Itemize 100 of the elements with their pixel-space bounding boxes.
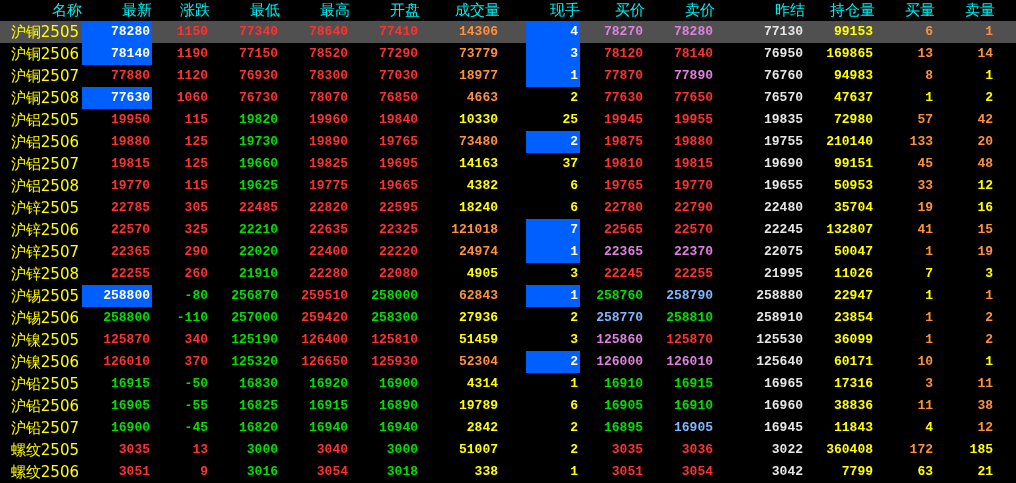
- table-cell-text: 18240: [458, 199, 499, 217]
- table-cell-text: 77650: [673, 89, 714, 107]
- column-header[interactable]: 持仓量: [805, 0, 875, 21]
- table-cell-text: 78140: [673, 45, 714, 63]
- contract-name[interactable]: 沪锌2506: [0, 219, 82, 241]
- column-header[interactable]: 名称: [0, 0, 82, 21]
- table-cell-text: -45: [183, 419, 209, 437]
- column-header[interactable]: 卖量: [935, 0, 995, 21]
- table-cell-text: 126650: [300, 353, 349, 371]
- table-cell-text: 2: [569, 309, 579, 327]
- column-header[interactable]: 买量: [875, 0, 935, 21]
- table-cell-text: 3042: [770, 463, 804, 481]
- table-cell-text: 16830: [238, 375, 279, 393]
- column-header[interactable]: 最低: [210, 0, 280, 21]
- contract-name[interactable]: 沪铅2507: [0, 417, 82, 439]
- table-cell-text: 3000: [385, 441, 419, 459]
- table-cell-text: 22570: [110, 221, 151, 239]
- contract-name[interactable]: 沪镍2505: [0, 329, 82, 351]
- table-cell-text: 37: [561, 155, 579, 173]
- contract-name[interactable]: 沪铜2506: [0, 43, 82, 65]
- contract-name[interactable]: 沪镍2506: [0, 351, 82, 373]
- contract-name[interactable]: 沪铝2507: [0, 153, 82, 175]
- table-cell-text: 19890: [308, 133, 349, 151]
- table-cell-text: 19835: [763, 111, 804, 129]
- table-cell-text: 3036: [680, 441, 714, 459]
- table-cell-text: 256870: [230, 287, 279, 305]
- table-cell-text: 258810: [665, 309, 714, 327]
- table-cell-text: 19880: [673, 133, 714, 151]
- table-cell-text: 19730: [238, 133, 279, 151]
- table-cell-text: 19665: [378, 177, 419, 195]
- table-cell-text: 50047: [833, 243, 874, 261]
- table-cell-text: 47637: [833, 89, 874, 107]
- table-cell-text: 19880: [110, 133, 151, 151]
- table-cell-text: 27936: [458, 309, 499, 327]
- contract-name[interactable]: 沪锡2505: [0, 285, 82, 307]
- table-cell-text: 370: [183, 353, 209, 371]
- column-header[interactable]: 昨结: [715, 0, 805, 21]
- table-cell-text: 76930: [238, 67, 279, 85]
- column-header[interactable]: 涨跌: [152, 0, 210, 21]
- table-cell-text: 22947: [833, 287, 874, 305]
- column-header[interactable]: 最高: [280, 0, 350, 21]
- table-cell-text: 77150: [238, 45, 279, 63]
- table-cell-text: 22280: [308, 265, 349, 283]
- contract-name[interactable]: 沪铝2506: [0, 131, 82, 153]
- table-cell-text: 258910: [755, 309, 804, 327]
- table-cell-text: 22245: [763, 221, 804, 239]
- table-cell-text: 22365: [603, 243, 644, 261]
- table-cell-text: 62843: [458, 287, 499, 305]
- table-cell-text: 14: [976, 45, 994, 63]
- contract-name[interactable]: 螺纹2506: [0, 461, 82, 483]
- contract-name[interactable]: 沪铜2505: [0, 21, 82, 43]
- table-cell-text: 125320: [230, 353, 279, 371]
- table-cell-text: 2: [984, 331, 994, 349]
- contract-name[interactable]: 沪铝2505: [0, 109, 82, 131]
- table-cell-text: 3018: [385, 463, 419, 481]
- table-cell-text: 21: [976, 463, 994, 481]
- contract-name[interactable]: 沪锌2508: [0, 263, 82, 285]
- contract-name[interactable]: 螺纹2505: [0, 439, 82, 461]
- table-cell-text: 258770: [595, 309, 644, 327]
- contract-name[interactable]: 沪铅2505: [0, 373, 82, 395]
- table-cell-text: 78270: [603, 23, 644, 41]
- table-cell-text: 325: [183, 221, 209, 239]
- table-cell: 2: [526, 131, 580, 153]
- table-cell-text: 73480: [458, 133, 499, 151]
- table-cell-text: 19655: [763, 177, 804, 195]
- table-cell-text: 3000: [245, 441, 279, 459]
- table-cell-text: 48: [976, 155, 994, 173]
- contract-name[interactable]: 沪锌2505: [0, 197, 82, 219]
- column-header[interactable]: 开盘: [350, 0, 420, 21]
- column-header[interactable]: 成交量: [420, 0, 500, 21]
- table-cell-text: 50953: [833, 177, 874, 195]
- table-cell-text: 38: [976, 397, 994, 415]
- contract-name[interactable]: 沪铅2506: [0, 395, 82, 417]
- table-cell-text: 16940: [378, 419, 419, 437]
- table-cell-text: 1: [569, 375, 579, 393]
- column-header[interactable]: 现手: [526, 0, 580, 21]
- table-cell: 1: [526, 65, 580, 87]
- column-header[interactable]: 卖价: [645, 0, 715, 21]
- table-cell-text: 16825: [238, 397, 279, 415]
- contract-name[interactable]: 沪锡2506: [0, 307, 82, 329]
- table-cell-text: 1: [924, 331, 934, 349]
- table-cell: 4: [526, 21, 580, 43]
- table-cell-text: 77880: [110, 67, 151, 85]
- column-header[interactable]: 最新: [82, 0, 152, 21]
- contract-name[interactable]: 沪铝2508: [0, 175, 82, 197]
- table-cell-text: 1: [569, 463, 579, 481]
- table-cell-text: 19960: [308, 111, 349, 129]
- table-cell-text: 3040: [315, 441, 349, 459]
- table-cell-text: 12: [976, 177, 994, 195]
- table-cell-text: 1: [924, 89, 934, 107]
- table-cell-text: 3035: [117, 441, 151, 459]
- contract-name[interactable]: 沪锌2507: [0, 241, 82, 263]
- column-header[interactable]: 买价: [580, 0, 645, 21]
- table-cell-text: 41: [916, 221, 934, 239]
- table-cell-text: 19840: [378, 111, 419, 129]
- contract-name[interactable]: 沪铜2507: [0, 65, 82, 87]
- table-cell: 2: [526, 351, 580, 373]
- table-cell-text: 3: [924, 375, 934, 393]
- table-cell-text: 14306: [458, 23, 499, 41]
- contract-name[interactable]: 沪铜2508: [0, 87, 82, 109]
